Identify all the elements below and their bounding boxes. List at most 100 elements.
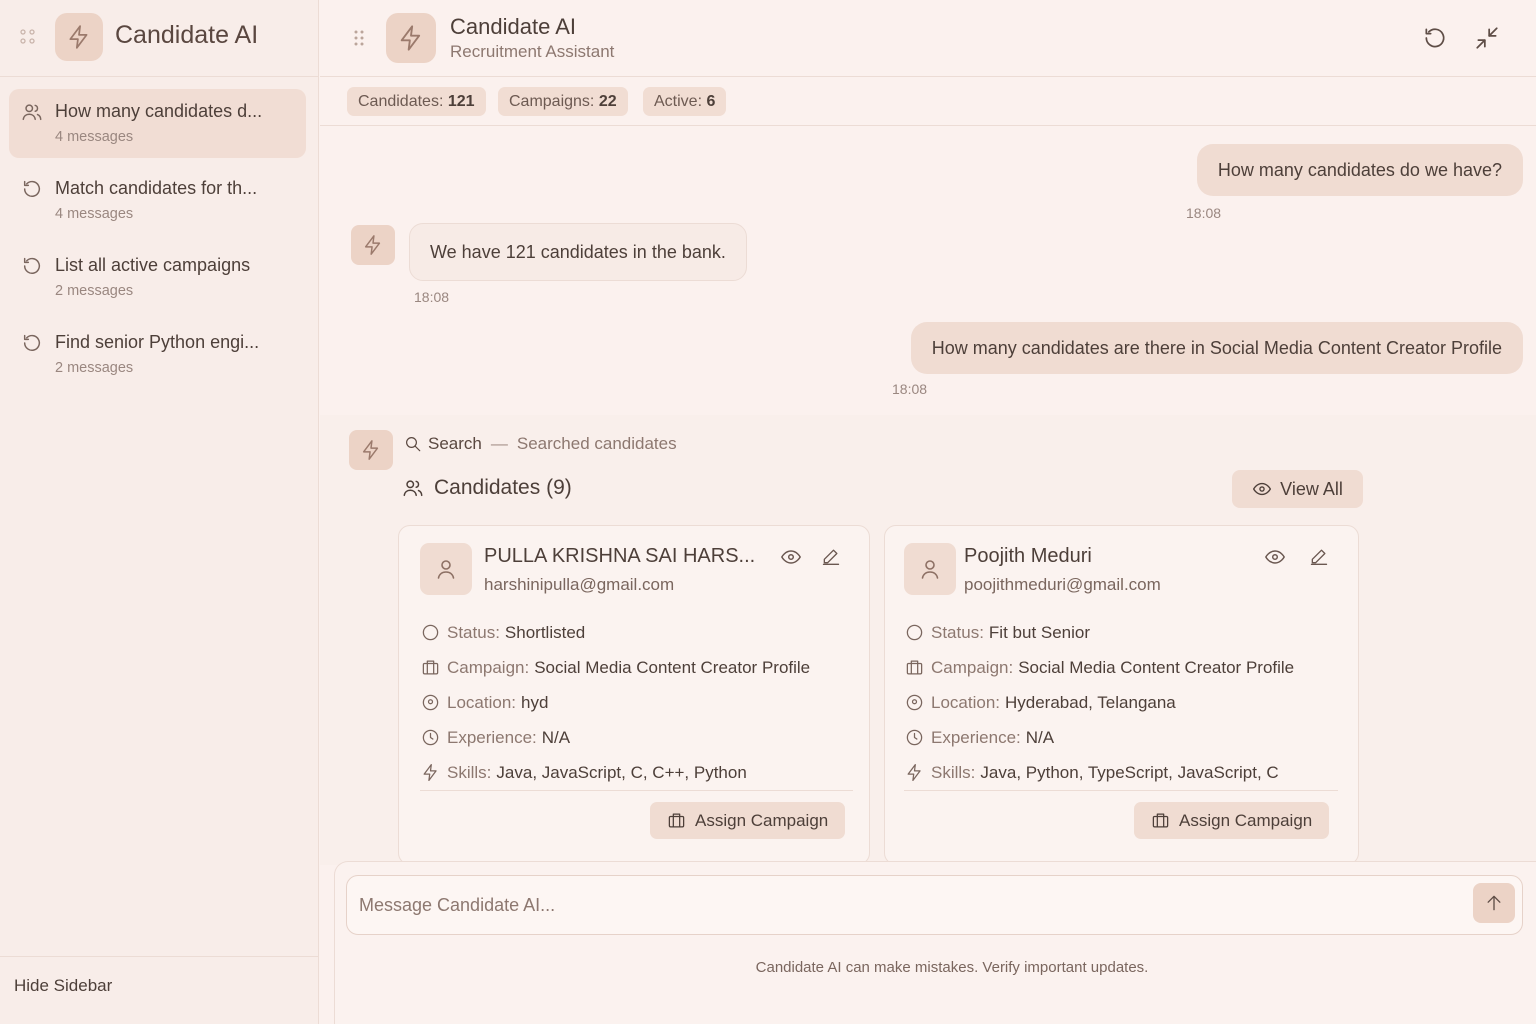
lightning-icon (69, 25, 88, 49)
campaign-row: Campaign: Social Media Content Creator Pr… (905, 650, 1294, 685)
candidate-avatar (904, 543, 956, 595)
minimize-icon (1476, 27, 1498, 49)
location-row: Location: hyd (421, 685, 810, 720)
app-subtitle: Recruitment Assistant (450, 42, 615, 61)
clock-icon (905, 728, 931, 747)
status-value: Shortlisted (504, 622, 586, 642)
campaign-value: Social Media Content Creator Profile (1018, 657, 1295, 677)
candidate-details: Status: Fit but Senior Campaign: Social Me… (905, 615, 1294, 790)
candidate-avatar (420, 543, 472, 595)
sidebar-header: Candidate AI (0, 0, 318, 77)
assistant-avatar (349, 430, 393, 470)
stat-candidates: Candidates: 121 (347, 87, 486, 116)
location-pin-icon (421, 693, 447, 712)
location-value: hyd (521, 692, 549, 712)
candidate-details: Status: Shortlisted Campaign: Social Media… (421, 615, 810, 790)
message-time: 18:08 (892, 381, 928, 397)
status-value: Fit but Senior (988, 622, 1091, 642)
conversation-item[interactable]: How many candidates d... 4 messages (9, 89, 306, 158)
divider (904, 790, 1338, 791)
message-time: 18:08 (414, 289, 450, 305)
skills-row: Skills: Java, Python, TypeScript, JavaScr… (905, 755, 1294, 790)
view-all-button[interactable]: View All (1232, 470, 1363, 508)
pencil-icon (822, 549, 840, 565)
conversation-meta: 2 messages (55, 283, 134, 299)
user-message: How many candidates are there in Social … (910, 322, 1523, 374)
conversation-item[interactable]: Find senior Python engi... 2 messages (9, 320, 306, 389)
status-row: Status: Shortlisted (421, 615, 810, 650)
experience-value: N/A (1025, 727, 1055, 747)
edit-candidate-button[interactable] (821, 546, 841, 566)
stats-bar: Candidates: 121 Campaigns: 22 Active: 6 (320, 78, 1536, 126)
conversation-meta: 4 messages (55, 129, 134, 145)
message-input[interactable] (359, 884, 1459, 926)
edit-candidate-button[interactable] (1309, 546, 1329, 566)
tool-name: Search (428, 434, 482, 453)
minimize-button[interactable] (1474, 25, 1500, 51)
experience-value: N/A (541, 727, 571, 747)
view-candidate-button[interactable] (1264, 546, 1286, 568)
location-row: Location: Hyderabad, Telangana (905, 685, 1294, 720)
conversation-title: How many candidates d... (55, 101, 263, 121)
view-candidate-button[interactable] (780, 546, 802, 568)
candidate-name[interactable]: PULLA KRISHNA SAI HARS... (484, 545, 755, 568)
candidate-email: poojithmeduri@gmail.com (964, 575, 1161, 594)
candidate-card: PULLA KRISHNA SAI HARS... harshinipulla@… (398, 525, 870, 865)
send-button[interactable] (1473, 883, 1515, 923)
candidate-card: Poojith Meduri poojithmeduri@gmail.com S… (884, 525, 1359, 865)
tool-description: Searched candidates (516, 434, 677, 453)
disclaimer: Candidate AI can make mistakes. Verify i… (755, 959, 1149, 976)
candidate-email: harshinipulla@gmail.com (484, 575, 675, 594)
campaign-row: Campaign: Social Media Content Creator Pr… (421, 650, 810, 685)
reset-button[interactable] (1422, 25, 1448, 51)
eye-icon (781, 550, 801, 564)
assistant-message: We have 121 candidates in the bank. (409, 223, 747, 281)
tool-call-line: Search — Searched candidates (404, 434, 677, 454)
logo (55, 13, 103, 61)
experience-row: Experience: N/A (905, 720, 1294, 755)
main-header: Candidate AI Recruitment Assistant (320, 0, 1536, 77)
campaign-value: Social Media Content Creator Profile (534, 657, 811, 677)
divider (420, 790, 853, 791)
hide-sidebar-button[interactable]: Hide Sidebar (14, 976, 112, 996)
conversation-item[interactable]: Match candidates for th... 4 messages (9, 166, 306, 235)
drag-handle-icon[interactable] (18, 28, 38, 46)
app-logo (386, 13, 436, 63)
conversation-title: Match candidates for th... (55, 178, 258, 198)
user-icon (437, 560, 455, 579)
app-title: Candidate AI (450, 14, 576, 39)
conversation-meta: 4 messages (55, 206, 134, 222)
composer (346, 875, 1523, 935)
conversation-meta: 2 messages (55, 360, 134, 376)
briefcase-icon (905, 658, 931, 677)
sidebar-footer: Hide Sidebar (0, 956, 319, 1024)
skills-value: Java, Python, TypeScript, JavaScript, C (980, 762, 1279, 782)
location-value: Hyderabad, Telangana (1005, 692, 1176, 712)
assign-campaign-button[interactable]: Assign Campaign (650, 802, 846, 839)
eye-icon (1265, 550, 1285, 564)
history-icon (21, 332, 43, 354)
drag-handle-icon[interactable] (352, 28, 366, 48)
user-icon (921, 560, 939, 579)
candidate-name[interactable]: Poojith Meduri (964, 545, 1092, 568)
conversation-item[interactable]: List all active campaigns 2 messages (9, 243, 306, 312)
conversation-title: Find senior Python engi... (55, 332, 260, 352)
assistant-avatar (351, 225, 395, 265)
lightning-icon (400, 25, 421, 51)
status-circle-icon (421, 623, 447, 642)
stat-campaigns: Campaigns: 22 (498, 87, 628, 116)
history-icon (21, 255, 43, 277)
briefcase-icon (668, 813, 685, 828)
assign-campaign-button[interactable]: Assign Campaign (1134, 802, 1330, 839)
arrow-up-icon (1487, 895, 1501, 911)
user-message: How many candidates do we have? (1196, 144, 1523, 196)
message-time: 18:08 (1186, 205, 1222, 221)
skills-row: Skills: Java, JavaScript, C, C++, Python (421, 755, 810, 790)
briefcase-icon (421, 658, 447, 677)
users-icon (21, 101, 43, 123)
location-pin-icon (905, 693, 931, 712)
clock-icon (421, 728, 447, 747)
status-row: Status: Fit but Senior (905, 615, 1294, 650)
lightning-icon (421, 763, 447, 782)
pencil-icon (1310, 549, 1328, 565)
